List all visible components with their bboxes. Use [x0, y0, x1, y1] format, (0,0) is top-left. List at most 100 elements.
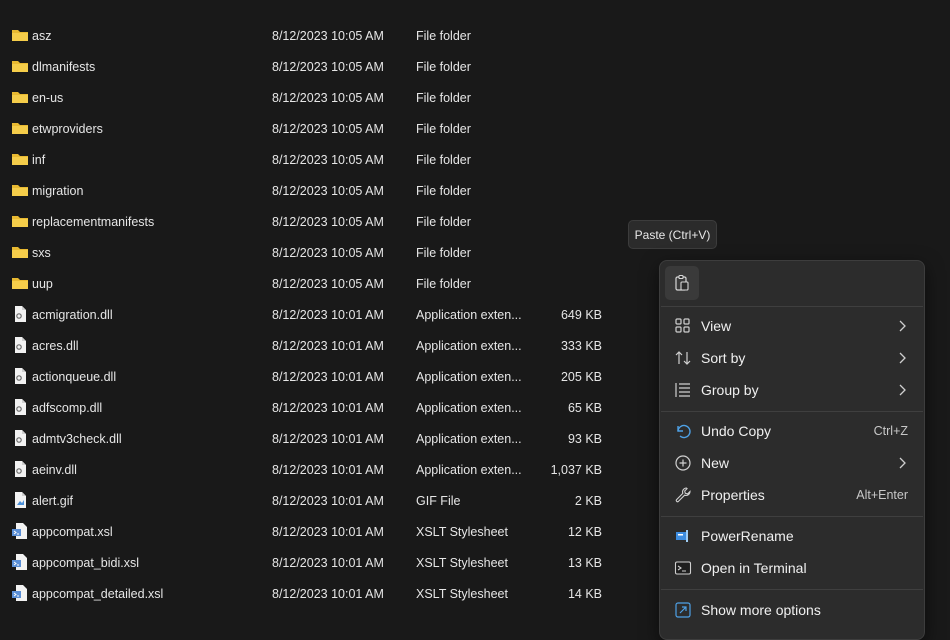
file-date: 8/12/2023 10:01 AM [272, 586, 384, 601]
file-type: File folder [416, 214, 471, 229]
file-row[interactable]: aeinv.dll 8/12/2023 10:01 AM Application… [0, 454, 640, 485]
file-row[interactable]: uup 8/12/2023 10:05 AM File folder [0, 268, 640, 299]
paste-tooltip: Paste (Ctrl+V) [628, 220, 717, 249]
file-date: 8/12/2023 10:01 AM [272, 338, 384, 353]
file-row[interactable]: actionqueue.dll 8/12/2023 10:01 AM Appli… [0, 361, 640, 392]
menu-item-properties[interactable]: Properties Alt+Enter [664, 480, 920, 510]
file-row[interactable]: sxs 8/12/2023 10:05 AM File folder [0, 237, 640, 268]
file-date: 8/12/2023 10:05 AM [272, 245, 384, 260]
menu-item-label: Show more options [701, 602, 821, 618]
menu-item-powerrename[interactable]: PowerRename [664, 521, 920, 551]
file-type: File folder [416, 59, 471, 74]
file-type: File folder [416, 245, 471, 260]
file-row[interactable]: admtv3check.dll 8/12/2023 10:01 AM Appli… [0, 423, 640, 454]
file-size: 12 KB [567, 524, 602, 539]
menu-item-new[interactable]: New [664, 448, 920, 478]
xsl-file-icon [12, 554, 27, 570]
file-row[interactable]: asz 8/12/2023 10:05 AM File folder [0, 20, 640, 51]
file-row[interactable]: dlmanifests 8/12/2023 10:05 AM File fold… [0, 51, 640, 82]
file-name: uup [32, 276, 53, 291]
xsl-file-icon [12, 585, 27, 601]
properties-wrench-icon [675, 487, 691, 503]
chevron-right-icon [899, 320, 906, 332]
folder-icon [12, 154, 28, 165]
file-type: File folder [416, 90, 471, 105]
menu-item-label: Properties [701, 487, 765, 503]
paste-button[interactable] [665, 266, 699, 300]
truncated-header-glyph [418, 0, 424, 2]
file-type: Application exten... [416, 462, 522, 477]
file-date: 8/12/2023 10:01 AM [272, 493, 384, 508]
file-size: 14 KB [567, 586, 602, 601]
file-date: 8/12/2023 10:05 AM [272, 183, 384, 198]
folder-icon [12, 123, 28, 134]
menu-item-open-in-terminal[interactable]: Open in Terminal [664, 553, 920, 583]
dll-file-icon [15, 399, 26, 415]
file-date: 8/12/2023 10:01 AM [272, 400, 384, 415]
folder-icon [12, 61, 28, 72]
terminal-icon [674, 561, 692, 575]
menu-item-undo-copy[interactable]: Undo Copy Ctrl+Z [664, 416, 920, 446]
chevron-right-icon [899, 384, 906, 396]
file-size: 205 KB [560, 369, 602, 384]
file-row[interactable]: appcompat_bidi.xsl 8/12/2023 10:01 AM XS… [0, 547, 640, 578]
file-row[interactable]: etwproviders 8/12/2023 10:05 AM File fol… [0, 113, 640, 144]
file-date: 8/12/2023 10:05 AM [272, 276, 384, 291]
context-menu: View Sort by Group by Undo Copy Ctrl+Z N… [659, 260, 925, 640]
menu-item-label: Group by [701, 382, 759, 398]
menu-item-label: Sort by [701, 350, 746, 366]
file-row[interactable]: appcompat.xsl 8/12/2023 10:01 AM XSLT St… [0, 516, 640, 547]
menu-item-show-more-options[interactable]: Show more options [664, 595, 920, 625]
view-grid-icon [675, 318, 690, 333]
file-row[interactable]: migration 8/12/2023 10:05 AM File folder [0, 175, 640, 206]
file-date: 8/12/2023 10:01 AM [272, 462, 384, 477]
menu-separator [661, 589, 923, 590]
folder-icon [12, 216, 28, 227]
dll-file-icon [15, 430, 26, 446]
file-type: Application exten... [416, 369, 522, 384]
sort-icon [675, 351, 691, 365]
file-type: File folder [416, 183, 471, 198]
menu-item-label: View [701, 318, 732, 334]
file-date: 8/12/2023 10:05 AM [272, 90, 384, 105]
file-row[interactable]: adfscomp.dll 8/12/2023 10:01 AM Applicat… [0, 392, 640, 423]
file-type: File folder [416, 152, 471, 167]
file-name: migration [32, 183, 84, 198]
file-date: 8/12/2023 10:01 AM [272, 524, 384, 539]
undo-icon [677, 424, 691, 439]
file-row[interactable]: en-us 8/12/2023 10:05 AM File folder [0, 82, 640, 113]
file-row[interactable]: alert.gif 8/12/2023 10:01 AM GIF File 2 … [0, 485, 640, 516]
file-row[interactable]: inf 8/12/2023 10:05 AM File folder [0, 144, 640, 175]
powerrename-icon [676, 530, 688, 542]
menu-item-group-by[interactable]: Group by [664, 375, 920, 405]
dll-file-icon [15, 461, 26, 477]
menu-item-view[interactable]: View [664, 311, 920, 341]
dll-file-icon [15, 306, 26, 322]
menu-item-sort-by[interactable]: Sort by [664, 343, 920, 373]
file-type: XSLT Stylesheet [416, 524, 508, 539]
file-name: asz [32, 28, 52, 43]
file-type: XSLT Stylesheet [416, 555, 508, 570]
file-type: Application exten... [416, 307, 522, 322]
folder-icon [12, 278, 28, 289]
file-row[interactable]: acres.dll 8/12/2023 10:01 AM Application… [0, 330, 640, 361]
file-row[interactable]: appcompat_detailed.xsl 8/12/2023 10:01 A… [0, 578, 640, 609]
menu-item-label: PowerRename [701, 528, 794, 544]
file-name: replacementmanifests [32, 214, 155, 229]
file-type: Application exten... [416, 431, 522, 446]
show-more-icon [675, 602, 691, 618]
file-size: 13 KB [567, 555, 602, 570]
chevron-right-icon [899, 457, 906, 469]
file-date: 8/12/2023 10:05 AM [272, 152, 384, 167]
group-icon [675, 383, 690, 397]
file-row[interactable]: acmigration.dll 8/12/2023 10:01 AM Appli… [0, 299, 640, 330]
file-date: 8/12/2023 10:05 AM [272, 214, 384, 229]
file-size: 649 KB [560, 307, 602, 322]
folder-icon [12, 247, 28, 258]
menu-item-label: Undo Copy [701, 423, 772, 439]
xsl-file-icon [12, 523, 27, 539]
image-file-icon [15, 492, 26, 508]
file-name: alert.gif [32, 493, 73, 508]
file-row[interactable]: replacementmanifests 8/12/2023 10:05 AM … [0, 206, 640, 237]
file-date: 8/12/2023 10:05 AM [272, 121, 384, 136]
